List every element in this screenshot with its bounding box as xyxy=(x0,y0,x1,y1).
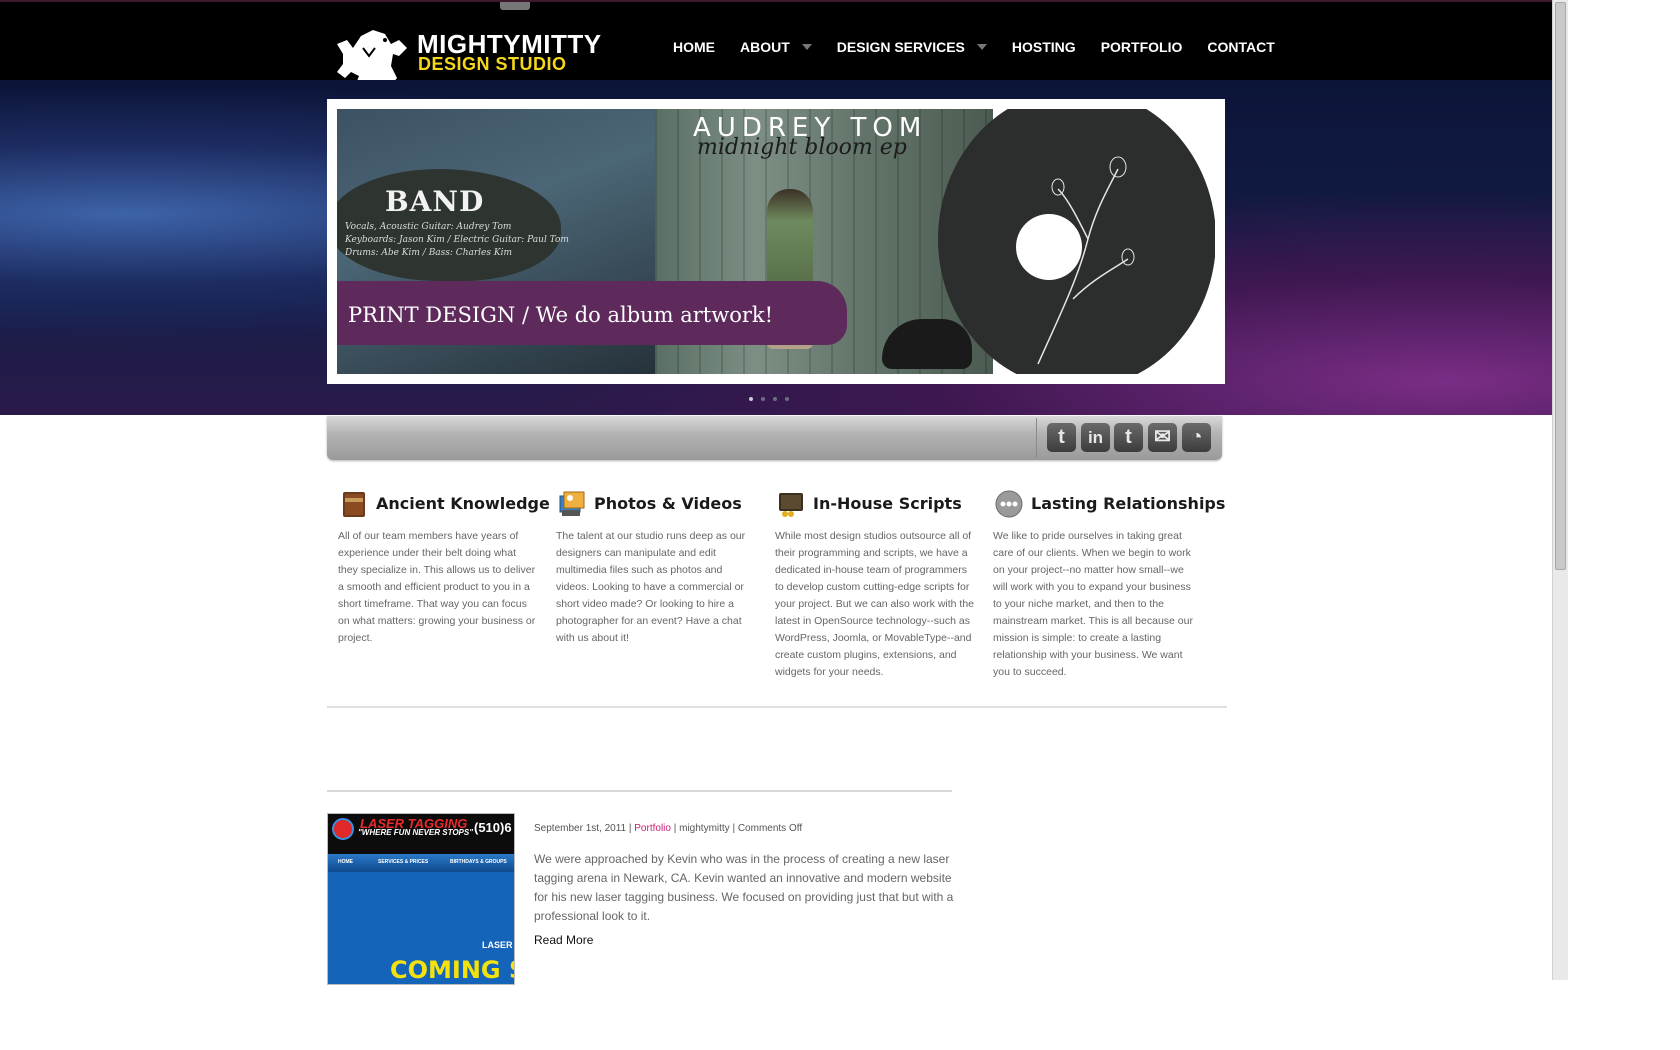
post-excerpt: We were approached by Kevin who was in t… xyxy=(534,852,954,923)
scripts-icon xyxy=(779,493,803,517)
post-divider xyxy=(327,790,952,792)
post-comments: Comments Off xyxy=(737,823,803,834)
feature-text: All of our team members have years of ex… xyxy=(338,530,536,644)
logo-subtitle: DESIGN STUDIO xyxy=(418,54,567,74)
feature-title: Ancient Knowledge xyxy=(376,494,550,513)
band-credit-line: Drums: Abe Kim / Bass: Charles Kim xyxy=(345,248,512,258)
tumblr-icon[interactable]: t xyxy=(1114,423,1143,452)
band-credits: Vocals, Acoustic Guitar: Audrey Tom Keyb… xyxy=(345,221,585,260)
slide-dot-2[interactable] xyxy=(761,397,765,401)
slide-dot-3[interactable] xyxy=(773,397,777,401)
nav-home[interactable]: HOME xyxy=(673,38,715,56)
nav-portfolio-label: PORTFOLIO xyxy=(1100,39,1183,55)
nav-hosting-label: HOSTING xyxy=(1011,39,1076,55)
social-bar: t in t ✉ ◔ xyxy=(327,416,1222,460)
caret-down-icon xyxy=(976,44,987,50)
read-more-link[interactable]: Read More xyxy=(534,933,593,947)
section-divider xyxy=(327,706,1227,708)
email-icon[interactable]: ✉ xyxy=(1148,423,1177,452)
photos-videos-icon xyxy=(559,491,585,516)
post-meta: September 1st, 2011 | Portfolio | mighty… xyxy=(534,823,803,834)
slide-pagination xyxy=(749,397,797,401)
chat-bubble-icon xyxy=(995,490,1023,518)
main-nav: HOME ABOUT DESIGN SERVICES HOSTING PORTF… xyxy=(673,38,1300,56)
band-credit-line: Keyboards: Jason Kim / Electric Guitar: … xyxy=(345,235,569,245)
nav-portfolio[interactable]: PORTFOLIO xyxy=(1101,38,1183,56)
book-icon xyxy=(343,492,365,517)
thumb-phone: (510)6 xyxy=(474,820,512,835)
post-date: September 1st, 2011 xyxy=(534,823,627,834)
feature-text: While most design studios outsource all … xyxy=(775,530,975,678)
thumb-nav-item: HOME xyxy=(338,859,353,865)
site-header: MIGHTYMITTY DESIGN STUDIO HOME ABOUT DES… xyxy=(0,0,1553,92)
feature-title: Lasting Relationships xyxy=(1031,494,1226,513)
feature-title: In-House Scripts xyxy=(813,494,962,513)
nav-about[interactable]: ABOUT xyxy=(740,38,812,56)
rss-icon[interactable]: ◔ xyxy=(1182,423,1211,452)
slide-album-artwork[interactable]: BAND Vocals, Acoustic Guitar: Audrey Tom… xyxy=(337,109,1215,374)
feature-text: The talent at our studio runs deep as ou… xyxy=(556,530,746,644)
cd-center-hole xyxy=(1016,214,1082,280)
slide-dot-4[interactable] xyxy=(785,397,789,401)
caret-down-icon xyxy=(801,44,812,50)
laser-logo-icon xyxy=(332,818,354,840)
post-thumbnail[interactable]: LASER TAGGING "WHERE FUN NEVER STOPS" (5… xyxy=(327,813,515,985)
browser-tab-grip[interactable] xyxy=(500,2,530,10)
feature-title: Photos & Videos xyxy=(594,494,742,513)
nav-home-label: HOME xyxy=(673,39,715,55)
thumb-navbar: HOME SERVICES & PRICES BIRTHDAYS & GROUP… xyxy=(328,854,514,872)
thumb-nav-item: BIRTHDAYS & GROUPS xyxy=(450,859,507,865)
twitter-icon[interactable]: t xyxy=(1047,423,1076,452)
nav-contact[interactable]: CONTACT xyxy=(1207,38,1274,56)
nav-design-services-label: DESIGN SERVICES xyxy=(836,39,965,55)
nav-design-services[interactable]: DESIGN SERVICES xyxy=(837,38,987,56)
album-title: midnight bloom ep xyxy=(697,135,907,160)
slideshow[interactable]: BAND Vocals, Acoustic Guitar: Audrey Tom… xyxy=(327,99,1225,384)
nav-about-label: ABOUT xyxy=(740,39,790,55)
scrollbar-thumb[interactable] xyxy=(1555,2,1566,570)
post-author: mightymitty xyxy=(679,823,730,834)
feature-text: We like to pride ourselves in taking gre… xyxy=(993,530,1193,678)
nav-contact-label: CONTACT xyxy=(1207,39,1275,55)
linkedin-icon[interactable]: in xyxy=(1081,423,1110,452)
thumb-nav-item: SERVICES & PRICES xyxy=(378,859,429,865)
post-category-link[interactable]: Portfolio xyxy=(634,823,671,834)
thumb-tagline: "WHERE FUN NEVER STOPS" xyxy=(358,828,474,837)
band-credit-line: Vocals, Acoustic Guitar: Audrey Tom xyxy=(345,222,512,232)
slide-panel-cd xyxy=(938,109,1215,374)
thumb-coming-soon: COMING S xyxy=(390,956,515,984)
band-title: BAND xyxy=(385,185,485,218)
social-divider xyxy=(1036,418,1037,458)
slide-caption: PRINT DESIGN / We do album artwork! xyxy=(348,303,774,327)
page: MIGHTYMITTY DESIGN STUDIO HOME ABOUT DES… xyxy=(0,0,1553,985)
page-scrollbar[interactable] xyxy=(1552,0,1568,980)
slide-dot-1[interactable] xyxy=(749,397,753,401)
nav-hosting[interactable]: HOSTING xyxy=(1012,38,1076,56)
thumb-headline: LASER T xyxy=(482,940,514,950)
